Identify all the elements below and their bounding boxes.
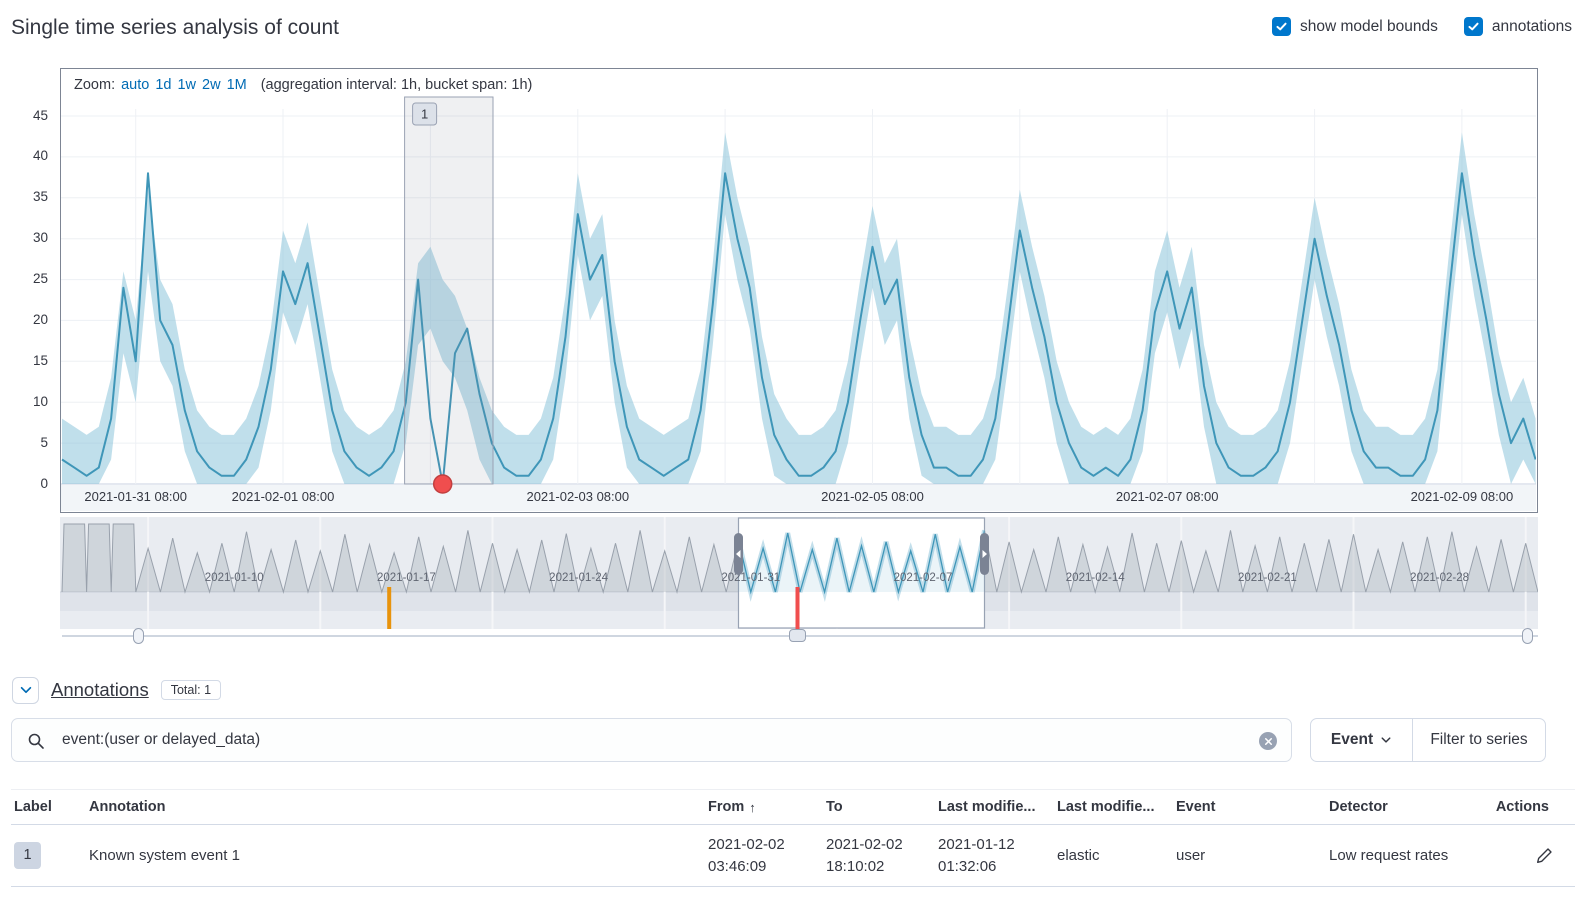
annotation-cell: Known system event 1 (86, 845, 705, 867)
to-cell: 2021-02-0218:10:02 (823, 834, 935, 878)
sort-ascending-icon: ↑ (749, 800, 756, 815)
show-model-bounds-label: show model bounds (1300, 18, 1438, 36)
context-axis-label: 2021-01-17 (377, 572, 436, 584)
chevron-down-icon (1380, 734, 1392, 746)
detector-cell: Low request rates (1326, 845, 1486, 867)
x-axis-label: 2021-02-03 08:00 (526, 489, 629, 504)
annotations-total-badge: Total: 1 (161, 680, 221, 700)
context-navigator-chart[interactable]: 2021-01-10 2021-01-17 2021-01-24 2021-01-31… (60, 517, 1538, 629)
column-header-to[interactable]: To (823, 799, 935, 815)
context-annotation-marker[interactable] (796, 587, 800, 629)
y-axis-label: 25 (8, 271, 48, 286)
annotations-table: LabelAnnotationFrom↑ToLast modifie...Las… (11, 789, 1575, 887)
y-axis-label: 40 (8, 148, 48, 163)
context-axis-label: 2021-02-21 (1238, 572, 1297, 584)
column-header-annotation[interactable]: Annotation (86, 799, 705, 815)
y-axis-label: 30 (8, 230, 48, 245)
context-axis-label: 2021-01-10 (205, 572, 264, 584)
from-cell: 2021-02-0203:46:09 (705, 834, 823, 878)
zoom-option-1w[interactable]: 1w (177, 77, 196, 93)
x-axis-label: 2021-02-09 08:00 (1411, 489, 1514, 504)
selection-handle-left[interactable] (734, 533, 743, 575)
event-filter-dropdown[interactable]: Event (1311, 719, 1412, 761)
annotations-accordion-header: Annotations Total: 1 (12, 676, 221, 704)
annotations-section-title[interactable]: Annotations (51, 679, 149, 701)
context-axis-label: 2021-02-14 (1066, 572, 1125, 584)
actions-cell (1486, 847, 1575, 864)
annotations-checkbox[interactable]: annotations (1464, 17, 1572, 36)
single-metric-viewer-page: Single time series analysis of count sho… (0, 0, 1586, 904)
column-header-last-modifie[interactable]: Last modifie... (935, 799, 1054, 815)
annotations-filter-group: Event Filter to series (1310, 718, 1546, 762)
x-axis-label: 2021-01-31 08:00 (84, 489, 187, 504)
range-slider-drag-handle[interactable] (789, 629, 806, 642)
checkbox-checked-icon (1272, 17, 1291, 36)
event-cell: user (1173, 845, 1326, 867)
x-axis-label: 2021-02-05 08:00 (821, 489, 924, 504)
show-model-bounds-checkbox[interactable]: show model bounds (1272, 17, 1438, 36)
annotations-search (11, 718, 1292, 762)
annotation-label-badge: 1 (14, 842, 41, 869)
context-annotation-marker[interactable] (387, 587, 391, 629)
y-axis-label: 0 (8, 476, 48, 491)
column-header-from[interactable]: From↑ (705, 799, 823, 815)
timeseries-chart[interactable]: 1 2021-01-31 08:00 2021-02-01 08:00 2021-02… (61, 69, 1536, 511)
column-header-event[interactable]: Event (1173, 799, 1326, 815)
y-axis-label: 15 (8, 353, 48, 368)
last-modified-date-cell: 2021-01-1201:32:06 (935, 834, 1054, 878)
zoom-option-auto[interactable]: auto (121, 77, 149, 93)
range-slider-right-handle[interactable] (1522, 628, 1533, 644)
y-axis-label: 45 (8, 108, 48, 123)
event-filter-label: Event (1331, 731, 1373, 749)
label-cell: 1 (11, 842, 86, 869)
table-header-row: LabelAnnotationFrom↑ToLast modifie...Las… (11, 789, 1575, 825)
annotations-search-input[interactable] (12, 719, 1291, 761)
column-header-last-modifie[interactable]: Last modifie... (1054, 799, 1173, 815)
y-axis-label: 20 (8, 312, 48, 327)
zoom-option-2w[interactable]: 2w (202, 77, 221, 93)
range-slider-left-handle[interactable] (133, 628, 144, 644)
page-title: Single time series analysis of count (11, 16, 339, 40)
zoom-links: auto 1d 1w 2w 1M (121, 77, 247, 93)
checkbox-checked-icon (1464, 17, 1483, 36)
annotation-row: 1Known system event 12021-02-0203:46:092… (11, 825, 1575, 887)
context-axis-label: 2021-01-24 (549, 572, 608, 584)
annotation-region[interactable]: 1 (405, 97, 493, 484)
y-axis-label: 10 (8, 394, 48, 409)
y-axis-label: 5 (8, 435, 48, 450)
chevron-down-icon (19, 683, 33, 697)
x-axis-label: 2021-02-01 08:00 (232, 489, 335, 504)
collapse-annotations-button[interactable] (12, 677, 39, 704)
chart-toggles: show model bounds annotations (1272, 17, 1572, 36)
context-axis-label: 2021-02-28 (1410, 572, 1469, 584)
filter-to-series-button[interactable]: Filter to series (1413, 719, 1545, 761)
clear-search-button[interactable] (1259, 732, 1277, 750)
x-axis-label: 2021-02-07 08:00 (1116, 489, 1219, 504)
zoom-option-1M[interactable]: 1M (227, 77, 247, 93)
anomaly-marker[interactable] (434, 475, 452, 493)
annotations-checkbox-label: annotations (1492, 18, 1572, 36)
zoom-label: Zoom: (74, 77, 115, 93)
context-axis-label: 2021-01-31 (721, 572, 780, 584)
zoom-controls: Zoom: auto 1d 1w 2w 1M (aggregation interval… (74, 77, 532, 93)
selection-handle-right[interactable] (980, 533, 989, 575)
context-axis-label: 2021-02-07 (894, 572, 953, 584)
zoom-option-1d[interactable]: 1d (155, 77, 171, 93)
column-header-label[interactable]: Label (11, 799, 86, 815)
column-header-actions: Actions (1486, 799, 1575, 815)
edit-annotation-button[interactable] (1536, 847, 1553, 864)
y-axis-label: 35 (8, 189, 48, 204)
table-body: 1Known system event 12021-02-0203:46:092… (11, 825, 1575, 887)
column-header-detector[interactable]: Detector (1326, 799, 1486, 815)
timeseries-chart-panel: Zoom: auto 1d 1w 2w 1M (aggregation interval… (60, 68, 1538, 513)
last-modified-by-cell: elastic (1054, 845, 1173, 867)
aggregation-note: (aggregation interval: 1h, bucket span: … (261, 77, 533, 93)
svg-text:1: 1 (421, 107, 428, 122)
